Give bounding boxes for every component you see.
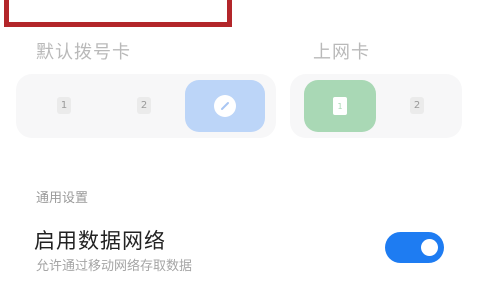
toggle-knob bbox=[421, 239, 438, 256]
enable-data-toggle[interactable] bbox=[385, 232, 444, 263]
mobile-data-sim-card: 1 2 bbox=[290, 74, 462, 138]
mobile-data-sim-label: 上网卡 bbox=[313, 42, 370, 63]
mobile-data-sim1-option[interactable]: 1 bbox=[304, 80, 376, 132]
default-dial-label: 默认拨号卡 bbox=[36, 42, 131, 63]
enable-data-subtitle: 允许通过移动网络存取数据 bbox=[36, 259, 193, 274]
sim-card-icon: 1 bbox=[333, 97, 347, 115]
default-dial-sim2-option[interactable]: 2 bbox=[137, 97, 151, 114]
highlight-frame bbox=[4, 0, 232, 27]
pencil-edit-icon bbox=[214, 95, 236, 117]
default-dial-card: 1 2 bbox=[16, 74, 276, 138]
default-dial-sim1-option[interactable]: 1 bbox=[57, 97, 71, 114]
default-dial-ask-option[interactable] bbox=[185, 80, 265, 132]
enable-data-title: 启用数据网络 bbox=[34, 229, 166, 253]
mobile-data-sim2-option[interactable]: 2 bbox=[410, 97, 424, 114]
general-settings-header: 通用设置 bbox=[36, 191, 89, 206]
